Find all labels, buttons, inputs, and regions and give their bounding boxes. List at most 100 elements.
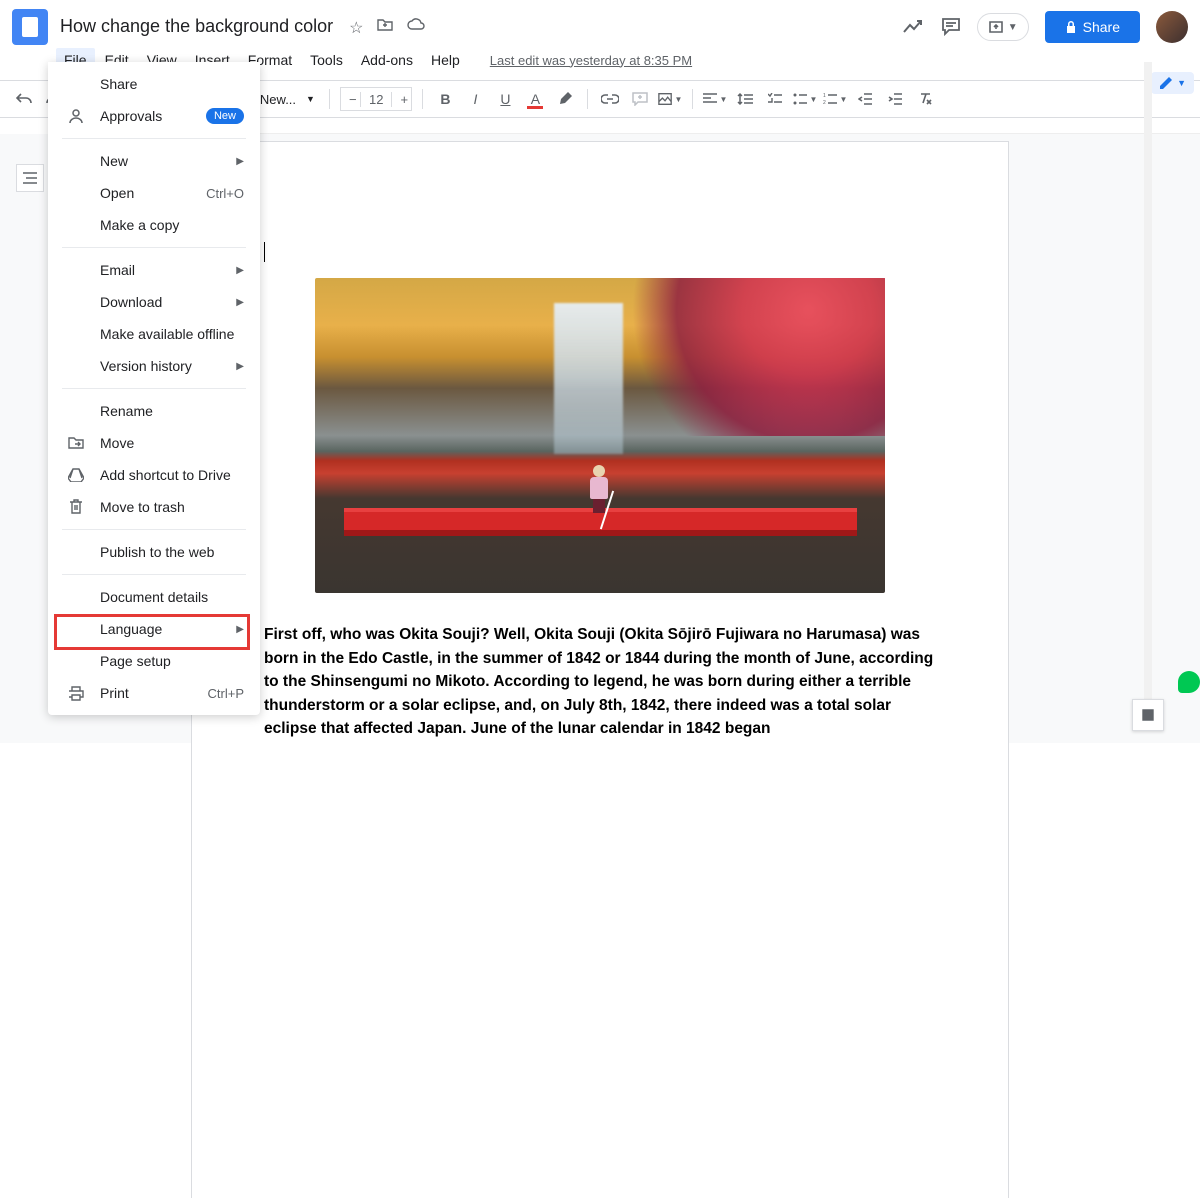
menu-item-make-available-offline[interactable]: Make available offline bbox=[48, 318, 260, 350]
menu-item-label: New bbox=[100, 153, 236, 169]
support-chat-icon[interactable] bbox=[1178, 671, 1200, 693]
dropdown-scrollbar[interactable] bbox=[1144, 62, 1152, 726]
decrease-indent-button[interactable] bbox=[853, 87, 877, 111]
menu-separator bbox=[62, 247, 246, 248]
keyboard-shortcut: Ctrl+O bbox=[206, 186, 244, 201]
submenu-arrow-icon: ▶ bbox=[236, 361, 244, 372]
italic-button[interactable]: I bbox=[463, 87, 487, 111]
line-spacing-button[interactable] bbox=[733, 87, 757, 111]
comment-history-icon[interactable] bbox=[941, 17, 961, 37]
app-header: How change the background color ☆ ▼ Shar… bbox=[0, 0, 1200, 46]
menu-item-open[interactable]: OpenCtrl+O bbox=[48, 177, 260, 209]
move-folder-icon[interactable] bbox=[377, 18, 393, 38]
menu-item-email[interactable]: Email▶ bbox=[48, 254, 260, 286]
menu-addons[interactable]: Add-ons bbox=[353, 48, 421, 72]
menu-item-print[interactable]: PrintCtrl+P bbox=[48, 677, 260, 709]
menu-separator bbox=[62, 388, 246, 389]
bold-button[interactable]: B bbox=[433, 87, 457, 111]
menu-item-label: Move bbox=[100, 435, 244, 451]
text-color-button[interactable]: A bbox=[523, 87, 547, 111]
document-title[interactable]: How change the background color bbox=[60, 16, 333, 37]
menu-tools[interactable]: Tools bbox=[302, 48, 351, 72]
cloud-status-icon[interactable] bbox=[407, 18, 425, 38]
menu-item-label: Make available offline bbox=[100, 326, 244, 342]
menu-item-label: Download bbox=[100, 294, 236, 310]
menu-item-version-history[interactable]: Version history▶ bbox=[48, 350, 260, 382]
new-badge: New bbox=[206, 108, 244, 124]
lock-icon bbox=[1065, 20, 1077, 34]
insert-image-button[interactable]: ▼ bbox=[658, 87, 682, 111]
account-avatar[interactable] bbox=[1156, 11, 1188, 43]
menu-item-language[interactable]: Language▶ bbox=[48, 613, 260, 645]
menu-item-label: Approvals bbox=[100, 108, 206, 124]
menu-item-document-details[interactable]: Document details bbox=[48, 581, 260, 613]
menu-item-move-to-trash[interactable]: Move to trash bbox=[48, 491, 260, 523]
menu-item-label: Add shortcut to Drive bbox=[100, 467, 244, 483]
svg-text:2: 2 bbox=[823, 100, 826, 105]
numbered-list-button[interactable]: 12▼ bbox=[823, 87, 847, 111]
menu-item-label: Rename bbox=[100, 403, 244, 419]
add-comment-button[interactable] bbox=[628, 87, 652, 111]
menu-separator bbox=[62, 138, 246, 139]
menu-separator bbox=[62, 574, 246, 575]
bulleted-list-button[interactable]: ▼ bbox=[793, 87, 817, 111]
menu-item-label: Make a copy bbox=[100, 217, 244, 233]
present-button[interactable]: ▼ bbox=[977, 13, 1029, 41]
keyboard-shortcut: Ctrl+P bbox=[208, 686, 244, 701]
move-icon bbox=[66, 436, 86, 450]
highlight-color-button[interactable] bbox=[553, 87, 577, 111]
last-edit-link[interactable]: Last edit was yesterday at 8:35 PM bbox=[490, 53, 692, 68]
menu-separator bbox=[62, 529, 246, 530]
submenu-arrow-icon: ▶ bbox=[236, 265, 244, 276]
font-size-decrease[interactable]: − bbox=[341, 92, 361, 107]
drive-icon bbox=[66, 468, 86, 482]
font-size-value[interactable]: 12 bbox=[361, 92, 391, 107]
menu-item-publish-to-the-web[interactable]: Publish to the web bbox=[48, 536, 260, 568]
menu-item-download[interactable]: Download▶ bbox=[48, 286, 260, 318]
menu-item-label: Open bbox=[100, 185, 206, 201]
font-size-increase[interactable]: + bbox=[391, 92, 411, 107]
print-icon bbox=[66, 686, 86, 701]
menu-item-label: Publish to the web bbox=[100, 544, 244, 560]
menu-item-page-setup[interactable]: Page setup bbox=[48, 645, 260, 677]
menu-item-label: Version history bbox=[100, 358, 236, 374]
star-icon[interactable]: ☆ bbox=[349, 18, 363, 38]
menu-item-label: Page setup bbox=[100, 653, 244, 669]
share-button[interactable]: Share bbox=[1045, 11, 1140, 43]
submenu-arrow-icon: ▶ bbox=[236, 297, 244, 308]
menu-item-rename[interactable]: Rename bbox=[48, 395, 260, 427]
document-body-text[interactable]: First off, who was Okita Souji? Well, Ok… bbox=[264, 623, 936, 741]
undo-button[interactable] bbox=[12, 87, 36, 111]
menu-help[interactable]: Help bbox=[423, 48, 468, 72]
menu-item-add-shortcut-to-drive[interactable]: Add shortcut to Drive bbox=[48, 459, 260, 491]
docs-logo[interactable] bbox=[12, 9, 48, 45]
outline-toggle-button[interactable] bbox=[16, 164, 44, 192]
underline-button[interactable]: U bbox=[493, 87, 517, 111]
editing-mode-button[interactable]: ▼ bbox=[1151, 72, 1194, 94]
activity-icon[interactable] bbox=[903, 20, 925, 34]
document-page[interactable]: First off, who was Okita Souji? Well, Ok… bbox=[192, 142, 1008, 1198]
svg-text:1: 1 bbox=[823, 93, 826, 99]
document-inline-image[interactable] bbox=[315, 278, 885, 593]
menu-item-label: Language bbox=[100, 621, 236, 637]
menu-item-make-a-copy[interactable]: Make a copy bbox=[48, 209, 260, 241]
explore-button[interactable] bbox=[1132, 699, 1164, 731]
font-size-control[interactable]: − 12 + bbox=[340, 87, 412, 111]
menu-item-approvals[interactable]: ApprovalsNew bbox=[48, 100, 260, 132]
menu-item-label: Move to trash bbox=[100, 499, 244, 515]
submenu-arrow-icon: ▶ bbox=[236, 624, 244, 635]
menu-item-label: Email bbox=[100, 262, 236, 278]
clear-formatting-button[interactable] bbox=[913, 87, 937, 111]
text-cursor bbox=[264, 242, 265, 262]
chevron-down-icon: ▼ bbox=[1008, 22, 1018, 33]
menu-item-share[interactable]: Share bbox=[48, 68, 260, 100]
menu-item-new[interactable]: New▶ bbox=[48, 145, 260, 177]
increase-indent-button[interactable] bbox=[883, 87, 907, 111]
menu-item-move[interactable]: Move bbox=[48, 427, 260, 459]
trash-icon bbox=[66, 499, 86, 515]
align-button[interactable]: ▼ bbox=[703, 87, 727, 111]
menu-item-label: Print bbox=[100, 685, 208, 701]
insert-link-button[interactable] bbox=[598, 87, 622, 111]
menu-item-label: Document details bbox=[100, 589, 244, 605]
checklist-button[interactable] bbox=[763, 87, 787, 111]
